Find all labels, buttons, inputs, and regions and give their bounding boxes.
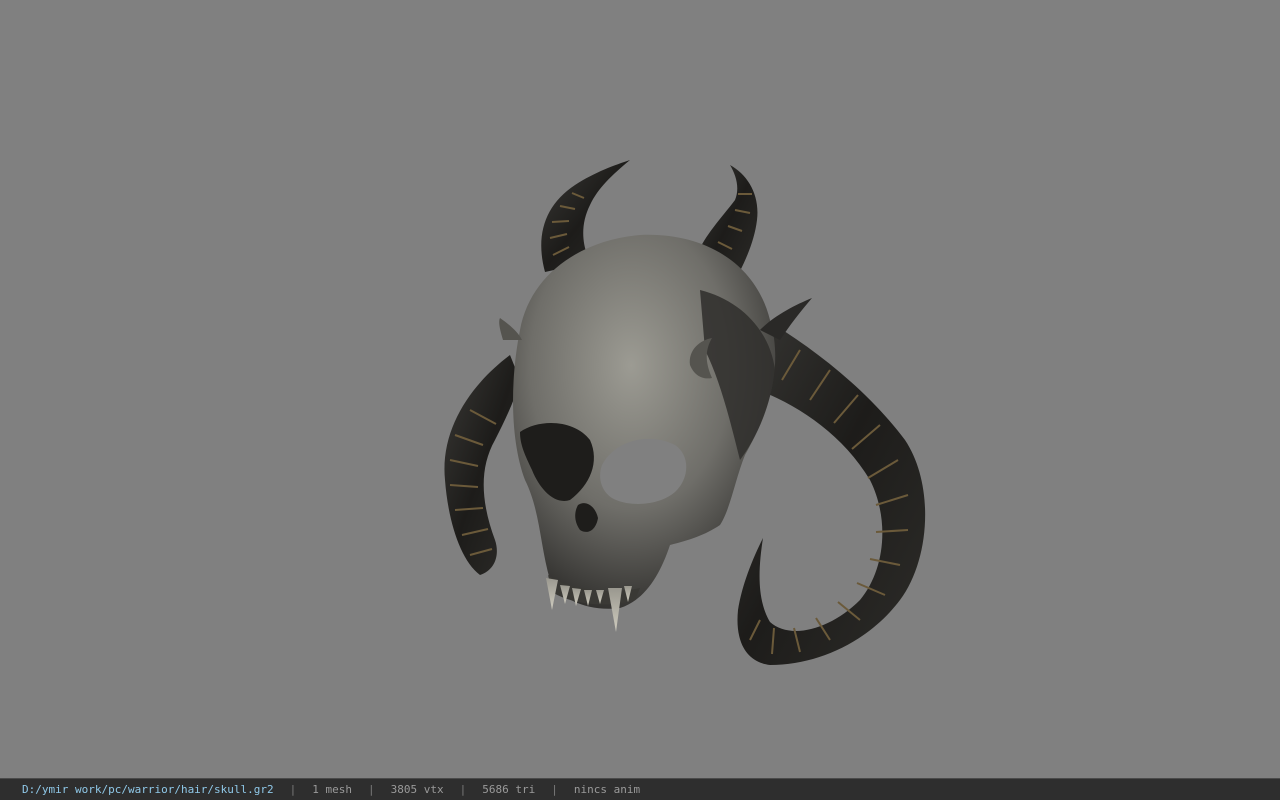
status-bar: D:/ymir work/pc/warrior/hair/skull.gr2 |… — [0, 778, 1280, 800]
status-separator: | — [368, 783, 375, 796]
vertex-count: 3805 vtx — [390, 783, 444, 796]
file-path: D:/ymir work/pc/warrior/hair/skull.gr2 — [22, 783, 274, 796]
horn-left — [444, 355, 520, 575]
triangle-count: 5686 tri — [482, 783, 536, 796]
status-separator: | — [551, 783, 558, 796]
skull-spike-left — [499, 318, 522, 340]
status-separator: | — [459, 783, 467, 796]
3d-viewport[interactable] — [0, 0, 1280, 778]
animation-status: nincs anim — [573, 783, 641, 796]
demon-skull-model[interactable] — [0, 0, 1280, 778]
mesh-count: 1 mesh — [312, 783, 353, 796]
status-separator: | — [289, 783, 297, 796]
